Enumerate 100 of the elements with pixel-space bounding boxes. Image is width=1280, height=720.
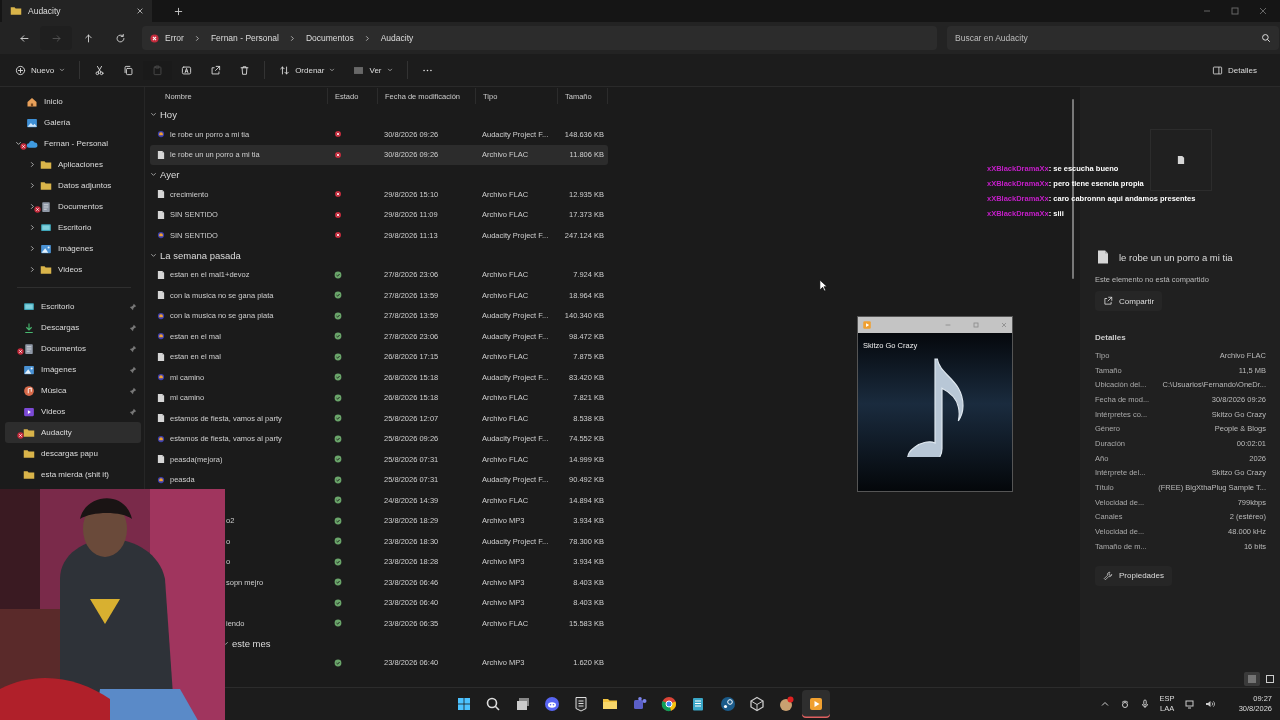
chevron-right-icon[interactable] bbox=[29, 266, 36, 273]
sidebar-label: Música bbox=[41, 386, 68, 395]
task-view-icon bbox=[514, 696, 531, 712]
group-header[interactable]: Hoy bbox=[150, 105, 177, 124]
document-icon bbox=[1176, 155, 1186, 165]
error-badge-icon bbox=[17, 431, 24, 439]
chevron-down-icon[interactable] bbox=[150, 111, 157, 118]
document-icon bbox=[156, 351, 166, 362]
sidebar-item[interactable]: esta mierda (shit it) bbox=[5, 464, 141, 485]
new-tab-icon[interactable] bbox=[174, 6, 183, 16]
chevron-up-icon[interactable] bbox=[1099, 699, 1110, 709]
chevron-right-icon[interactable] bbox=[29, 245, 36, 252]
sidebar-item[interactable]: Galería bbox=[5, 112, 141, 133]
breadcrumb-item[interactable]: Fernan - Personal bbox=[210, 33, 279, 43]
pin-icon[interactable] bbox=[129, 302, 137, 311]
chevron-right-icon[interactable] bbox=[29, 203, 36, 210]
sidebar-item[interactable]: Escritorio bbox=[5, 217, 141, 238]
toolbar-button[interactable]: Ordenar bbox=[270, 60, 345, 80]
share-button[interactable]: Compartir bbox=[1095, 291, 1163, 311]
share-icon bbox=[210, 64, 222, 76]
folder-icon bbox=[23, 468, 35, 481]
chevron-right-icon[interactable] bbox=[29, 182, 36, 189]
pin-icon[interactable] bbox=[129, 323, 137, 332]
document-icon bbox=[156, 189, 166, 200]
trash-icon bbox=[239, 64, 251, 76]
scrollbar[interactable] bbox=[1072, 99, 1074, 279]
sidebar-item[interactable]: Videos bbox=[5, 401, 141, 422]
sidebar-item[interactable]: Audacity bbox=[5, 422, 141, 443]
folder-icon bbox=[602, 696, 619, 712]
sidebar-label: esta mierda (shit it) bbox=[41, 470, 111, 479]
sidebar-item[interactable]: Descargas bbox=[5, 317, 141, 338]
media-player-icon bbox=[862, 320, 872, 330]
chevron-right-icon[interactable] bbox=[29, 161, 36, 168]
audio-project-icon bbox=[156, 433, 166, 444]
pin-icon[interactable] bbox=[129, 386, 137, 395]
document-icon bbox=[1095, 249, 1111, 265]
toolbar-button[interactable]: Ver bbox=[344, 60, 402, 80]
document-icon bbox=[156, 392, 166, 403]
document-icon bbox=[156, 454, 166, 465]
tile-icon bbox=[1265, 674, 1275, 684]
windows-icon bbox=[456, 696, 472, 712]
view-icon bbox=[353, 64, 365, 76]
sidebar-item[interactable]: Escritorio bbox=[5, 296, 141, 317]
pin-icon[interactable] bbox=[129, 344, 137, 353]
details-toggle-button[interactable]: Detalles bbox=[1203, 60, 1266, 80]
audio-project-icon bbox=[156, 230, 166, 241]
pin-icon[interactable] bbox=[129, 365, 137, 374]
group-header[interactable]: este mes bbox=[222, 633, 271, 653]
sidebar-item[interactable]: Aplicaciones bbox=[5, 154, 141, 175]
scissors-icon bbox=[94, 64, 106, 76]
pin-icon[interactable] bbox=[129, 407, 137, 416]
group-header[interactable]: Ayer bbox=[150, 165, 180, 184]
chevron-right-icon bbox=[193, 34, 201, 42]
search-icon bbox=[1261, 33, 1271, 43]
sidebar-label: Documentos bbox=[41, 344, 87, 353]
folder-icon bbox=[40, 158, 52, 171]
sync-icon[interactable] bbox=[1119, 699, 1130, 709]
sidebar-item[interactable]: descargas papu bbox=[5, 443, 141, 464]
caret-icon bbox=[386, 67, 393, 73]
chevron-right-icon[interactable] bbox=[29, 224, 36, 231]
sidebar-item[interactable]: Documentos bbox=[5, 196, 141, 217]
sidebar-label: Descargas bbox=[41, 323, 81, 332]
network-icon[interactable] bbox=[1184, 699, 1195, 709]
address-bar[interactable]: Error Fernan - Personal Documentos Audacity bbox=[142, 26, 937, 50]
folder-tab[interactable]: Audacity bbox=[2, 0, 152, 22]
sidebar-item[interactable]: Videos bbox=[5, 259, 141, 280]
microphone-icon[interactable] bbox=[1139, 699, 1150, 709]
taskbar-button[interactable] bbox=[801, 690, 830, 718]
sidebar-item[interactable]: Música bbox=[5, 380, 141, 401]
volume-icon[interactable] bbox=[1204, 699, 1215, 709]
sidebar-label: Videos bbox=[41, 407, 67, 416]
folder-icon bbox=[23, 447, 35, 460]
sidebar-label: descargas papu bbox=[41, 449, 99, 458]
desktop-icon bbox=[40, 221, 52, 234]
browser-icon bbox=[661, 696, 678, 712]
toolbar-button[interactable]: Nuevo bbox=[6, 60, 75, 80]
error-badge-icon bbox=[150, 33, 159, 43]
breadcrumb-item[interactable]: Documentos bbox=[305, 33, 354, 43]
chevron-down-icon[interactable] bbox=[150, 251, 157, 259]
sidebar-item[interactable]: Documentos bbox=[5, 338, 141, 359]
sidebar-item[interactable]: Inicio bbox=[5, 91, 141, 112]
breadcrumb-item[interactable]: Audacity bbox=[380, 33, 414, 43]
media-player-icon bbox=[807, 696, 824, 712]
close-icon[interactable] bbox=[1258, 6, 1268, 16]
cursor-icon bbox=[819, 279, 828, 292]
sidebar-item[interactable]: Imágenes bbox=[5, 238, 141, 259]
breadcrumb-item[interactable]: Error bbox=[150, 33, 184, 43]
chevron-down-icon[interactable] bbox=[15, 140, 22, 147]
document-icon bbox=[40, 200, 52, 213]
download-icon bbox=[23, 321, 35, 334]
search-field[interactable]: Buscar en Audacity bbox=[947, 26, 1279, 50]
sidebar-item[interactable]: Datos adjuntos bbox=[5, 175, 141, 196]
image-icon bbox=[23, 363, 35, 376]
chevron-down-icon[interactable] bbox=[222, 639, 229, 647]
group-header[interactable]: La semana pasada bbox=[150, 245, 241, 265]
home-icon bbox=[26, 95, 38, 108]
sidebar-item[interactable]: Imágenes bbox=[5, 359, 141, 380]
chevron-down-icon[interactable] bbox=[150, 171, 157, 178]
sidebar-item[interactable]: Fernan - Personal bbox=[5, 133, 141, 154]
properties-button[interactable]: Propiedades bbox=[1095, 565, 1172, 586]
